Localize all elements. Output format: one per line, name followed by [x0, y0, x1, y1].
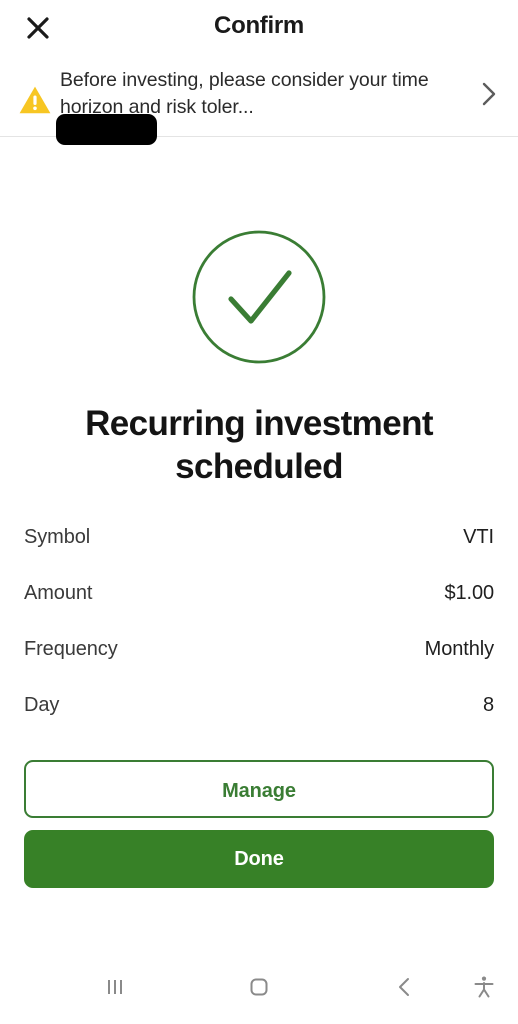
table-row: Amount $1.00 — [24, 582, 494, 638]
back-icon[interactable] — [382, 964, 428, 1010]
details-list: Symbol VTI Amount $1.00 Frequency Monthl… — [0, 526, 518, 750]
app-screen: Confirm Before investing, please conside… — [0, 0, 518, 1024]
risk-disclosure-banner[interactable]: Before investing, please consider your t… — [0, 52, 518, 145]
android-navigation-bar — [0, 954, 518, 1024]
redaction-box — [56, 114, 157, 145]
close-icon — [25, 15, 51, 41]
detail-value-frequency: Monthly — [424, 638, 494, 660]
header-bar: Confirm — [0, 0, 518, 52]
action-buttons: Manage Done — [0, 760, 518, 888]
done-button[interactable]: Done — [24, 830, 494, 888]
detail-label-symbol: Symbol — [24, 526, 91, 548]
chevron-right-icon[interactable] — [474, 79, 504, 109]
main-content: Recurring investment scheduled Symbol VT… — [0, 137, 518, 954]
detail-label-frequency: Frequency — [24, 638, 118, 660]
check-circle-icon — [191, 229, 327, 370]
table-row: Frequency Monthly — [24, 638, 494, 694]
detail-label-day: Day — [24, 694, 60, 716]
success-icon-wrapper — [0, 229, 518, 370]
recent-apps-icon[interactable] — [92, 964, 138, 1010]
detail-value-day: 8 — [482, 694, 494, 716]
detail-value-amount: $1.00 — [444, 582, 494, 604]
status-title: Recurring investment scheduled — [85, 404, 433, 486]
home-icon[interactable] — [236, 964, 282, 1010]
accessibility-icon[interactable] — [462, 965, 506, 1009]
page-title: Confirm — [214, 12, 304, 39]
table-row: Day 8 — [24, 694, 494, 750]
close-button[interactable] — [18, 8, 58, 48]
warning-triangle-icon — [18, 83, 52, 117]
table-row: Symbol VTI — [24, 526, 494, 582]
banner-message: Before investing, please consider your t… — [60, 69, 429, 118]
manage-button[interactable]: Manage — [24, 760, 494, 818]
detail-label-amount: Amount — [24, 582, 93, 604]
detail-value-symbol: VTI — [463, 526, 494, 548]
